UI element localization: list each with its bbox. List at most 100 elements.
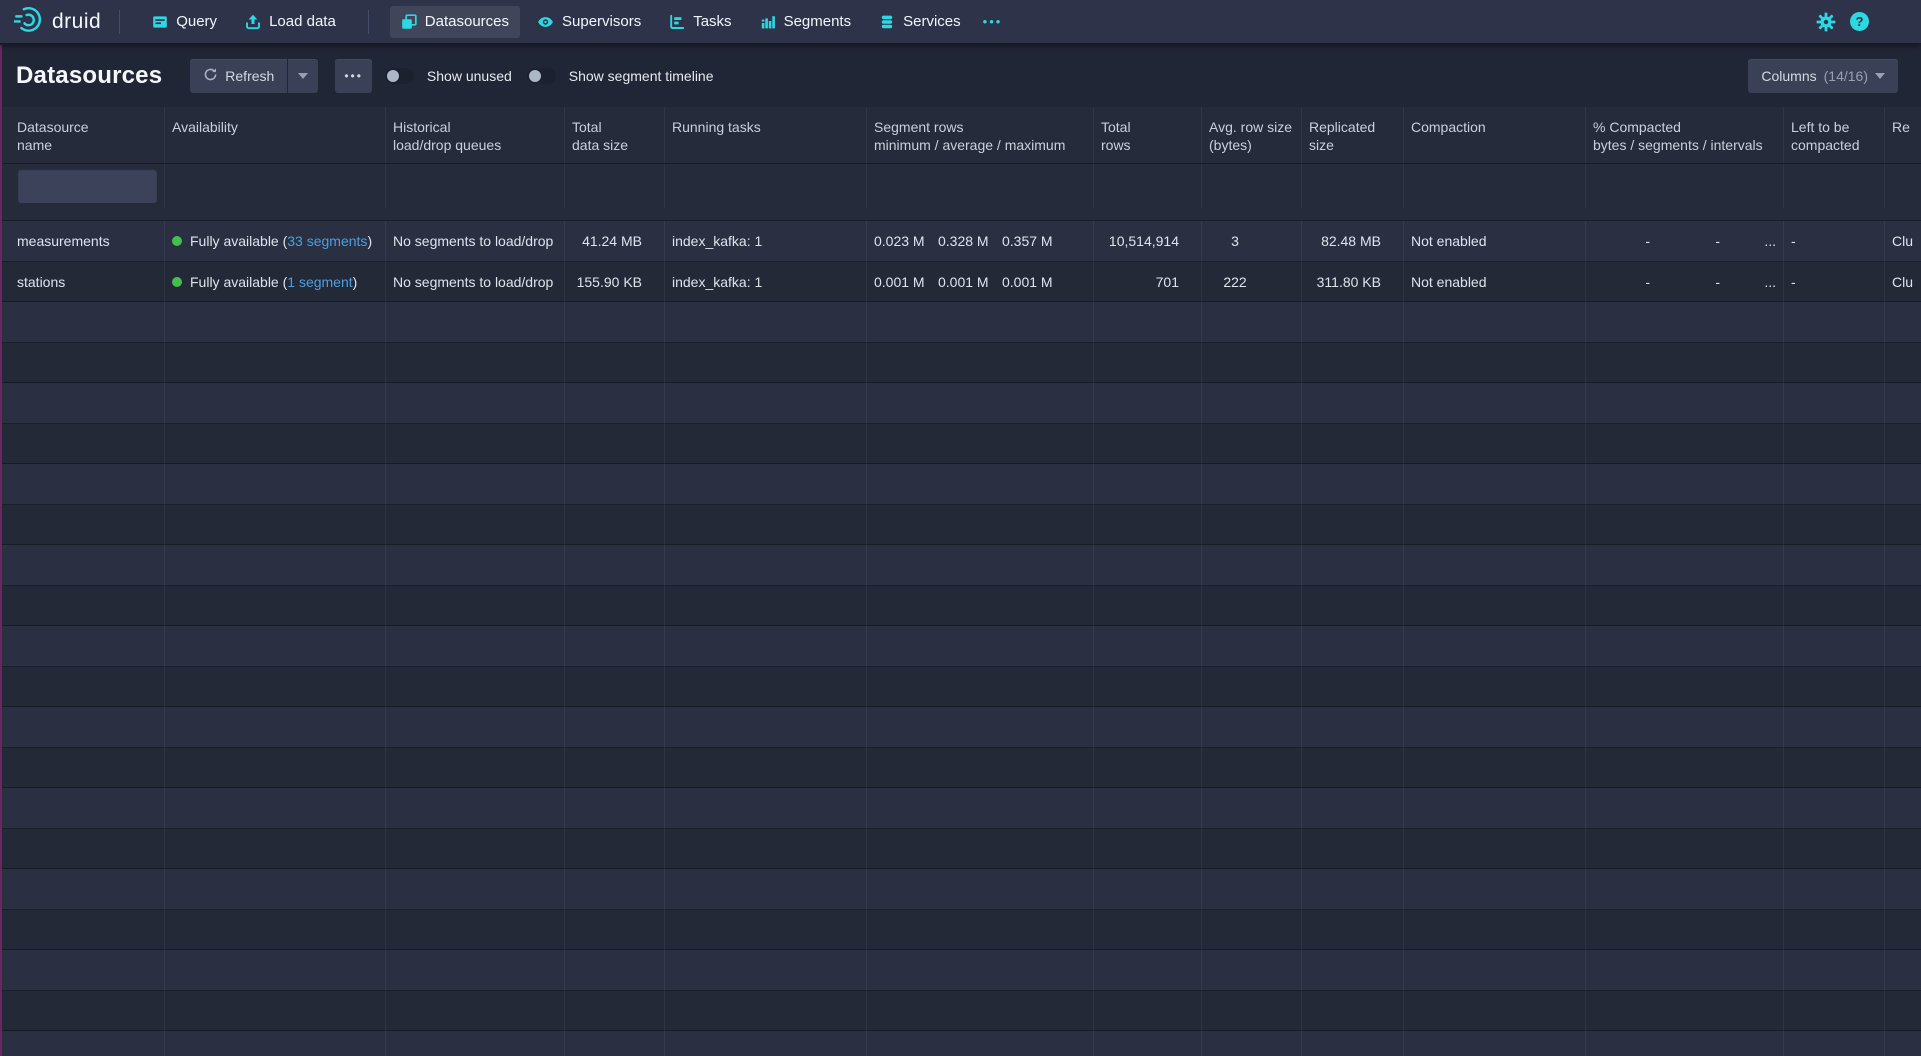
empty-cell [1586,829,1784,870]
empty-cell [565,302,665,343]
empty-cell [386,545,565,586]
column-header-retention[interactable]: Re [1885,107,1921,163]
empty-cell [386,748,565,789]
columns-picker-button[interactable]: Columns (14/16) [1748,59,1898,93]
columns-count: (14/16) [1824,68,1868,84]
druid-logo[interactable]: druid [14,4,101,39]
cell-value: 222 [1223,274,1246,290]
nav-item-datasources[interactable]: Datasources [390,6,520,38]
empty-cell [1404,1031,1586,1056]
empty-cell [2,829,165,870]
datasource-filter-input[interactable] [18,169,157,203]
empty-cell [1586,1031,1784,1056]
empty-cell [565,788,665,829]
empty-cell [867,748,1094,789]
column-header-avg_row_size[interactable]: Avg. row size(bytes) [1202,107,1302,163]
empty-cell [867,505,1094,546]
column-header-line: Segment rows [874,118,1086,136]
nav-item-query[interactable]: Query [141,6,228,38]
empty-cell [1586,383,1784,424]
column-header-segment_rows[interactable]: Segment rowsminimum / average / maximum [867,107,1094,163]
column-header-pct_compacted[interactable]: % Compactedbytes / segments / intervals [1586,107,1784,163]
cell-value: - [1791,233,1796,249]
cell-value: index_kafka: 1 [672,233,762,249]
empty-cell [1784,950,1885,991]
column-header-line: size [1309,136,1396,154]
empty-cell [1784,829,1885,870]
empty-cell [1302,1031,1404,1056]
column-header-total_rows[interactable]: Totalrows [1094,107,1202,163]
sub-value: - [1594,233,1650,249]
column-header-total_data_size[interactable]: Totaldata size [565,107,665,163]
empty-cell [386,626,565,667]
empty-cell [565,950,665,991]
column-header-line: data size [572,136,657,154]
empty-cell [2,910,165,951]
empty-cell [1784,464,1885,505]
cell-left_to_be_compacted: - [1784,262,1885,303]
empty-cell [1302,748,1404,789]
supervisors-icon [537,14,554,30]
empty-cell [1094,910,1202,951]
empty-cell [1784,1031,1885,1056]
empty-cell [1202,1031,1302,1056]
empty-cell [1094,545,1202,586]
empty-cell [665,991,867,1032]
empty-cell [1302,464,1404,505]
help-icon[interactable]: ? [1850,12,1869,31]
segments-link[interactable]: 33 segments [287,233,367,249]
sub-value: - [1650,233,1720,249]
empty-cell [1784,626,1885,667]
nav-more-button[interactable]: ••• [975,14,1011,29]
empty-cell [165,464,386,505]
refresh-dropdown-button[interactable] [288,59,318,93]
column-header-availability[interactable]: Availability [165,107,386,163]
empty-cell [565,869,665,910]
table-header: DatasourcenameAvailabilityHistoricalload… [2,107,1921,221]
availability-text: Fully available ( [190,233,287,249]
nav-item-load-data[interactable]: Load data [234,6,347,38]
segments-link[interactable]: 1 segment [287,274,352,290]
cell-running_tasks: index_kafka: 1 [665,221,867,262]
filter-cell-pct_compacted [1586,164,1784,208]
nav-item-segments[interactable]: Segments [749,6,863,38]
empty-cell [867,991,1094,1032]
column-header-replicated_size[interactable]: Replicatedsize [1302,107,1404,163]
nav-item-supervisors[interactable]: Supervisors [526,6,652,38]
empty-cell [1885,343,1921,384]
column-header-compaction[interactable]: Compaction [1404,107,1586,163]
cell-name: stations [2,262,165,303]
show-unused-switch[interactable]: Show unused [385,68,512,84]
table-row-measurements: measurementsFully available (33 segments… [2,221,1921,262]
settings-gear-icon[interactable] [1816,12,1836,32]
refresh-button[interactable]: Refresh [190,59,287,93]
page-title: Datasources [16,62,162,90]
show-segment-timeline-switch[interactable]: Show segment timeline [527,68,714,84]
column-header-line: % Compacted [1593,118,1776,136]
column-header-line: Left to be [1791,118,1877,136]
cell-value: - [1791,274,1796,290]
cell-value: 3 [1231,233,1239,249]
empty-cell [1784,343,1885,384]
empty-cell [165,707,386,748]
cell-value: 155.90 KB [577,274,642,290]
sub-value: 0.357 M [1002,233,1066,249]
column-header-historical[interactable]: Historicalload/drop queues [386,107,565,163]
empty-cell [1586,626,1784,667]
left-edge-accent [0,45,2,1056]
empty-cell [1094,707,1202,748]
nav-item-tasks[interactable]: Tasks [658,6,742,38]
empty-cell [2,586,165,627]
column-header-running_tasks[interactable]: Running tasks [665,107,867,163]
empty-cell [1586,950,1784,991]
empty-cell [1586,748,1784,789]
empty-cell [867,950,1094,991]
empty-cell [665,464,867,505]
nav-item-services[interactable]: Services [868,6,972,38]
filter-cell-replicated_size [1302,164,1404,208]
column-header-left_to_be_compacted[interactable]: Left to becompacted [1784,107,1885,163]
more-options-button[interactable]: ••• [335,59,372,93]
empty-cell [386,829,565,870]
column-header-name[interactable]: Datasourcename [2,107,165,163]
empty-cell [867,829,1094,870]
